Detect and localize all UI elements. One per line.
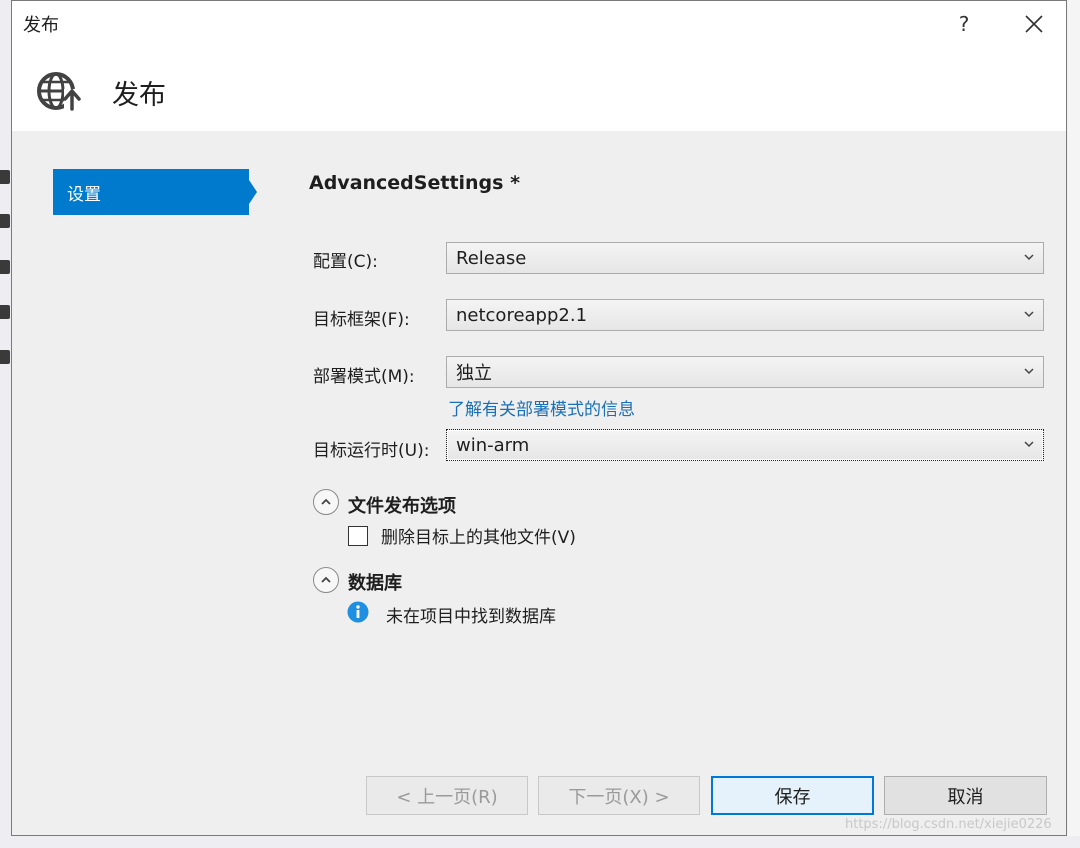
chevron-down-icon	[1024, 311, 1034, 318]
chevron-up-icon	[321, 576, 331, 583]
settings-title: AdvancedSettings *	[309, 172, 521, 194]
close-button[interactable]	[1014, 7, 1054, 41]
save-button[interactable]: 保存	[711, 776, 874, 815]
deployment-mode-info-link[interactable]: 了解有关部署模式的信息	[448, 395, 635, 420]
title-bar: 发布 ?	[12, 1, 1066, 47]
background-ide-right	[1068, 0, 1080, 848]
chevron-down-icon	[1024, 441, 1034, 448]
info-icon	[347, 601, 369, 623]
deployment-mode-label: 部署模式(M):	[313, 367, 415, 387]
database-collapse-button[interactable]	[313, 567, 339, 593]
configuration-label: 配置(C):	[313, 252, 378, 272]
watermark: https://blog.csdn.net/xiejie0226	[845, 817, 1052, 832]
publish-dialog: 发布 ? 发布 设置 AdvancedSettings * 配置(C): Rel…	[11, 0, 1067, 836]
database-title: 数据库	[348, 573, 402, 594]
delete-existing-files-label[interactable]: 删除目标上的其他文件(V)	[381, 523, 576, 548]
previous-button[interactable]: < 上一页(R)	[366, 776, 528, 815]
target-framework-select[interactable]: netcoreapp2.1	[446, 299, 1044, 331]
deployment-mode-select[interactable]: 独立	[446, 356, 1044, 388]
target-framework-label: 目标框架(F):	[313, 310, 410, 330]
configuration-select[interactable]: Release	[446, 242, 1044, 274]
close-icon	[1025, 15, 1043, 33]
file-publish-collapse-button[interactable]	[313, 489, 339, 515]
target-runtime-value: win-arm	[456, 434, 530, 456]
sidebar-selection-arrow	[249, 180, 257, 204]
globe-upload-icon	[37, 72, 81, 111]
file-publish-options-title: 文件发布选项	[348, 496, 456, 517]
database-info-text: 未在项目中找到数据库	[386, 607, 556, 627]
dialog-header: 发布	[12, 47, 1066, 131]
cancel-button[interactable]: 取消	[884, 776, 1047, 815]
target-runtime-label: 目标运行时(U):	[313, 441, 430, 461]
background-icon	[0, 170, 10, 184]
background-icon	[0, 260, 10, 274]
page-title: 发布	[112, 80, 166, 111]
background-icon	[0, 350, 10, 364]
delete-existing-files-checkbox[interactable]	[348, 526, 368, 546]
chevron-down-icon	[1024, 254, 1034, 261]
background-icon	[0, 305, 10, 319]
target-runtime-select[interactable]: win-arm	[446, 429, 1044, 461]
next-button[interactable]: 下一页(X) >	[538, 776, 700, 815]
sidebar-item-settings[interactable]: 设置	[53, 169, 249, 215]
help-button[interactable]: ?	[944, 7, 984, 41]
background-icon	[0, 214, 10, 228]
deployment-mode-value: 独立	[456, 363, 492, 384]
configuration-value: Release	[456, 247, 527, 269]
window-title: 发布	[23, 15, 59, 36]
target-framework-value: netcoreapp2.1	[456, 304, 588, 326]
background-ide-bottom	[0, 836, 1080, 848]
chevron-up-icon	[321, 498, 331, 505]
chevron-down-icon	[1024, 368, 1034, 375]
sidebar-item-label: 设置	[67, 184, 101, 205]
